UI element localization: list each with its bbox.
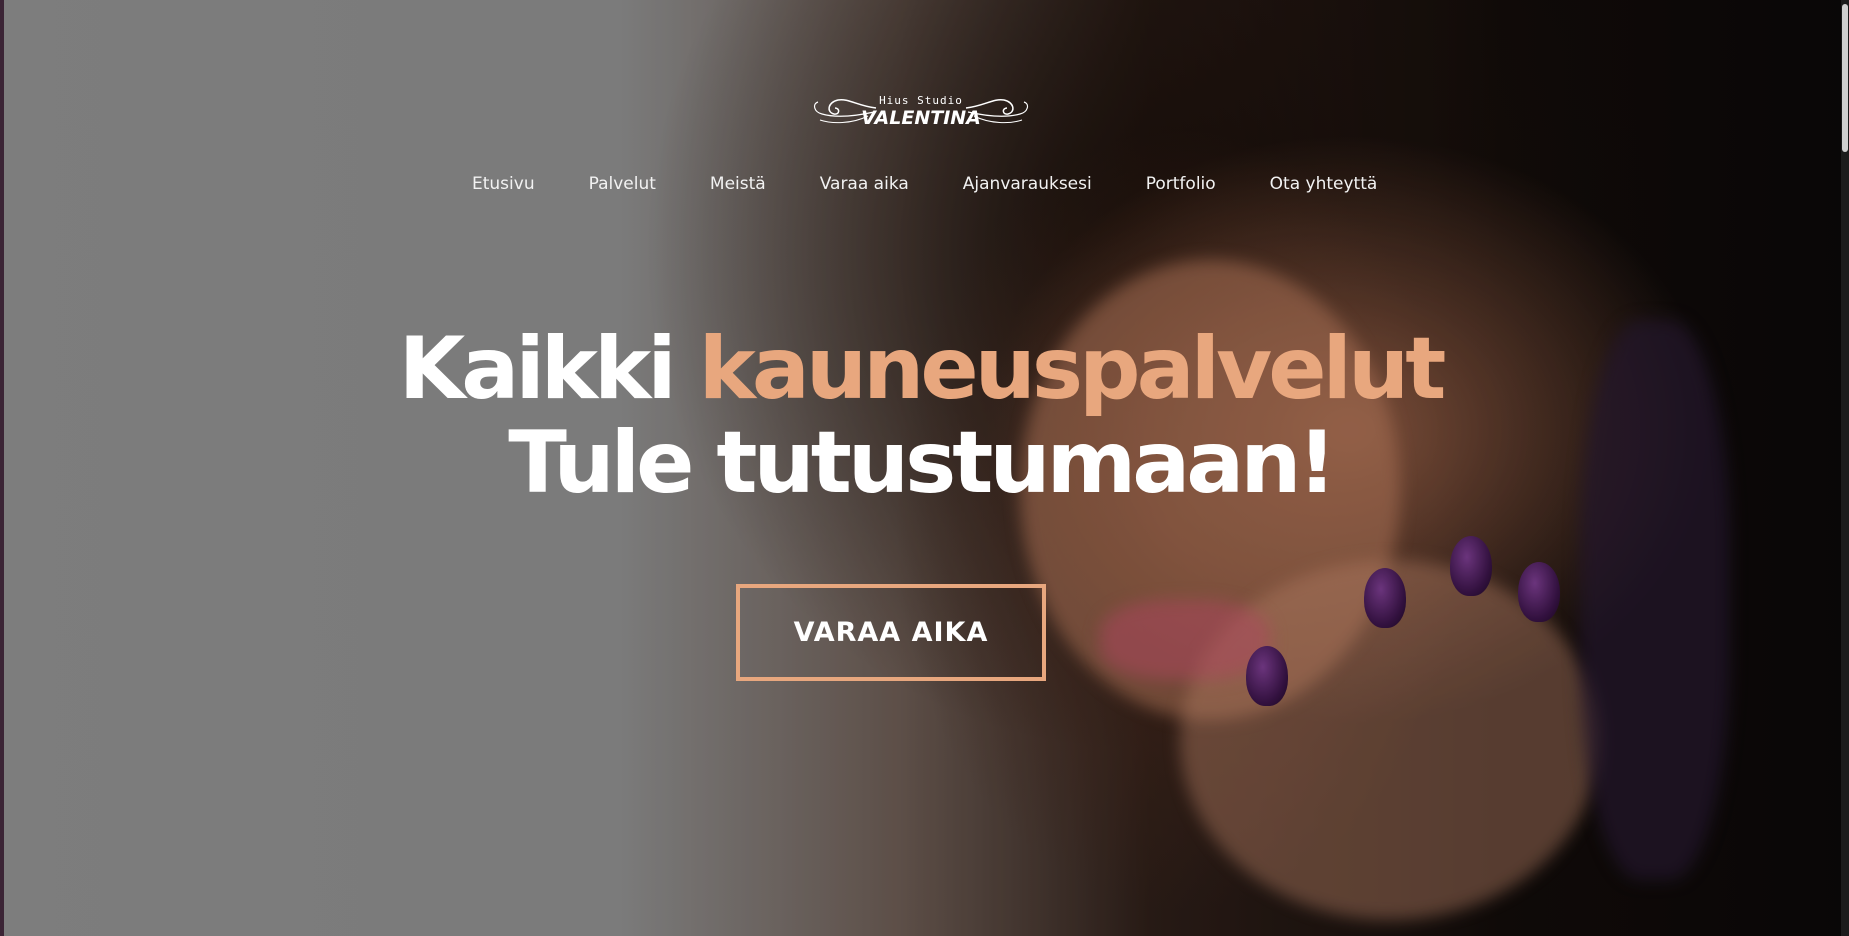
nav-item-ajanvarauksesi[interactable]: Ajanvarauksesi [963, 174, 1092, 194]
hero-subheadline: Tule tutustumaan! [508, 413, 1337, 513]
page: Hius Studio VALENTINA Etusivu Palvelut M… [0, 0, 1849, 936]
book-appointment-button[interactable]: VARAA AIKA [736, 584, 1046, 681]
hero-headline: Kaikki kauneuspalvelut [0, 326, 1845, 412]
logo-title: VALENTINA [861, 107, 981, 129]
nav-item-varaa-aika[interactable]: Varaa aika [820, 174, 909, 194]
nav-item-ota-yhteytta[interactable]: Ota yhteyttä [1270, 174, 1378, 194]
site-logo[interactable]: Hius Studio VALENTINA [808, 80, 1034, 136]
nav-item-etusivu[interactable]: Etusivu [472, 174, 535, 194]
nav-item-portfolio[interactable]: Portfolio [1146, 174, 1216, 194]
logo-subtitle: Hius Studio [879, 94, 963, 107]
main-navigation: Etusivu Palvelut Meistä Varaa aika Ajanv… [472, 174, 1377, 194]
nav-item-meista[interactable]: Meistä [710, 174, 766, 194]
nav-item-palvelut[interactable]: Palvelut [589, 174, 656, 194]
scrollbar[interactable] [1841, 0, 1849, 936]
scrollbar-thumb[interactable] [1842, 4, 1848, 152]
headline-word: Kaikki [398, 319, 677, 419]
headline-accent-word: kauneuspalvelut [698, 319, 1447, 419]
